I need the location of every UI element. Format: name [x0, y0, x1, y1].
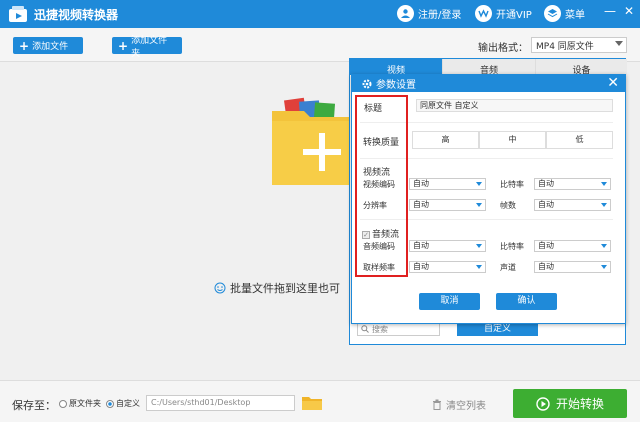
title-bar: 迅捷视频转换器 注册/登录 开通VIP 菜单 — ✕	[0, 0, 640, 28]
menu-button[interactable]: 菜单	[544, 5, 585, 22]
audio-codec-value: 自动	[413, 241, 429, 250]
vip-button[interactable]: 开通VIP	[475, 5, 532, 22]
audio-bitrate-value: 自动	[538, 241, 554, 250]
custom-folder-label: 自定义	[116, 399, 140, 408]
play-icon	[536, 396, 550, 411]
quality-high-button[interactable]: 高	[412, 131, 479, 149]
user-icon	[397, 5, 414, 22]
dialog-close-button[interactable]: ✕	[607, 75, 619, 92]
start-convert-label: 开始转换	[555, 397, 604, 411]
title-input[interactable]: 同原文件 自定义	[416, 99, 613, 112]
add-file-label: 添加文件	[32, 42, 69, 52]
chevron-down-icon	[601, 244, 607, 248]
chevron-down-icon	[601, 265, 607, 269]
app-title: 迅捷视频转换器	[34, 8, 119, 22]
audio-bitrate-select[interactable]: 自动	[534, 240, 611, 252]
start-convert-button[interactable]: 开始转换	[513, 389, 627, 418]
tab-video[interactable]: 视频	[350, 59, 442, 76]
add-folder-button[interactable]: + 添加文件夹	[112, 36, 182, 59]
chevron-down-icon	[476, 244, 482, 248]
output-format-label: 输出格式：	[478, 43, 528, 54]
drop-hint-text: 批量文件拖到这里也可	[230, 282, 340, 295]
browse-folder-icon[interactable]	[302, 395, 322, 410]
source-folder-label: 原文件夹	[69, 399, 101, 408]
chevron-down-icon	[601, 182, 607, 186]
clear-list-label: 清空列表	[446, 401, 486, 412]
custom-format-button[interactable]: 自定义	[457, 322, 538, 336]
vip-icon	[475, 5, 492, 22]
sample-rate-select[interactable]: 自动	[409, 261, 486, 273]
add-file-button[interactable]: + 添加文件	[13, 37, 83, 54]
radio-custom-folder[interactable]: 自定义	[106, 398, 140, 409]
tab-audio[interactable]: 音频	[442, 59, 535, 76]
search-placeholder: 搜索	[372, 324, 388, 334]
audio-codec-select[interactable]: 自动	[409, 240, 486, 252]
minimize-button[interactable]: —	[604, 4, 616, 18]
video-codec-select[interactable]: 自动	[409, 178, 486, 190]
chevron-down-icon	[476, 203, 482, 207]
add-folder-label: 添加文件夹	[131, 35, 168, 59]
video-codec-value: 自动	[413, 179, 429, 188]
confirm-button[interactable]: 确认	[496, 293, 557, 310]
format-search-input[interactable]: 搜索	[357, 322, 440, 336]
highlight-box	[355, 95, 408, 277]
video-bitrate-select[interactable]: 自动	[534, 178, 611, 190]
tab-device[interactable]: 设备	[535, 59, 627, 76]
sample-rate-value: 自动	[413, 262, 429, 271]
chevron-down-icon	[601, 203, 607, 207]
drop-hint: 批量文件拖到这里也可	[214, 280, 340, 296]
radio-selected-icon	[106, 399, 114, 408]
quality-low-button[interactable]: 低	[546, 131, 613, 149]
format-tabs: 视频 音频 设备	[350, 59, 627, 76]
fps-select[interactable]: 自动	[534, 199, 611, 211]
vip-label: 开通VIP	[496, 10, 532, 21]
output-format-value: MP4 同原文件	[536, 42, 594, 52]
resolution-value: 自动	[413, 200, 429, 209]
audio-bitrate-label: 比特率	[500, 242, 524, 251]
video-bitrate-label: 比特率	[500, 180, 524, 189]
plus-icon: +	[118, 38, 129, 53]
dialog-header: 参数设置 ✕	[352, 75, 625, 92]
plus-icon: +	[19, 38, 30, 53]
save-to-label: 保存至：	[12, 399, 56, 412]
save-path-input[interactable]: C:/Users/sthd01/Desktop	[146, 395, 295, 411]
radio-source-folder[interactable]: 原文件夹	[59, 398, 101, 409]
app-logo-icon	[9, 6, 27, 22]
channel-value: 自动	[538, 262, 554, 271]
video-bitrate-value: 自动	[538, 179, 554, 188]
dialog-title: 参数设置	[376, 80, 416, 91]
search-icon	[361, 325, 369, 333]
radio-icon	[59, 399, 67, 408]
chevron-down-icon	[476, 182, 482, 186]
menu-label: 菜单	[565, 10, 585, 21]
fps-value: 自动	[538, 200, 554, 209]
channel-label: 声道	[500, 263, 516, 272]
channel-select[interactable]: 自动	[534, 261, 611, 273]
quality-medium-button[interactable]: 中	[479, 131, 546, 149]
clear-list-button[interactable]: 清空列表	[432, 397, 486, 412]
menu-icon	[544, 5, 561, 22]
smile-icon	[214, 282, 226, 294]
gear-icon	[362, 79, 372, 88]
fps-label: 帧数	[500, 201, 516, 210]
toolbar: + 添加文件 + 添加文件夹 输出格式： MP4 同原文件	[0, 28, 640, 62]
login-button[interactable]: 注册/登录	[397, 5, 461, 22]
chevron-down-icon	[476, 265, 482, 269]
chevron-down-icon	[615, 41, 623, 46]
output-format-select[interactable]: MP4 同原文件	[531, 37, 627, 53]
cancel-button[interactable]: 取消	[419, 293, 480, 310]
trash-icon	[433, 399, 441, 410]
resolution-select[interactable]: 自动	[409, 199, 486, 211]
close-window-button[interactable]: ✕	[624, 4, 634, 18]
login-label: 注册/登录	[418, 10, 462, 21]
